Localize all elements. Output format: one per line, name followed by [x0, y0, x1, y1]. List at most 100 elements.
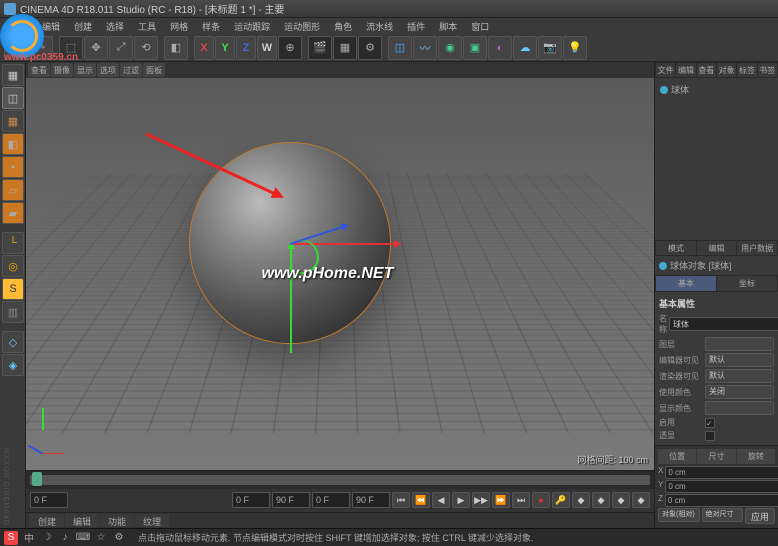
- timeline-track[interactable]: [26, 471, 654, 489]
- menu-motiontrack[interactable]: 运动跟踪: [228, 19, 276, 34]
- vp-panel-menu[interactable]: 面板: [143, 63, 165, 77]
- menu-tools[interactable]: 工具: [132, 19, 162, 34]
- polygon-mode-button[interactable]: ▰: [2, 202, 24, 224]
- generator-button[interactable]: ▣: [463, 36, 487, 60]
- vp-view-menu[interactable]: 查看: [28, 63, 50, 77]
- menu-file[interactable]: 文件: [4, 19, 34, 34]
- camera-button[interactable]: 📷: [538, 36, 562, 60]
- status-icon-1[interactable]: ☽: [40, 531, 54, 545]
- menu-mesh[interactable]: 网格: [164, 19, 194, 34]
- frame-end-field[interactable]: [272, 492, 310, 508]
- menu-mograph[interactable]: 运动图形: [278, 19, 326, 34]
- status-icon-2[interactable]: ♪: [58, 531, 72, 545]
- menu-spline[interactable]: 样条: [196, 19, 226, 34]
- tab-edit[interactable]: 编辑: [65, 514, 99, 527]
- disp-color-field[interactable]: [705, 401, 774, 415]
- om-tab-file[interactable]: 文件: [656, 63, 675, 77]
- ime-mode[interactable]: 中: [22, 531, 36, 545]
- ime-icon[interactable]: S: [4, 531, 18, 545]
- snap-button[interactable]: ◎: [2, 255, 24, 277]
- live-select-button[interactable]: ⬚: [59, 36, 83, 60]
- menu-window[interactable]: 窗口: [465, 19, 495, 34]
- environment-button[interactable]: ☁: [513, 36, 537, 60]
- use-color-select[interactable]: 关闭: [705, 385, 774, 399]
- light-button[interactable]: 💡: [563, 36, 587, 60]
- make-editable-button[interactable]: ▦: [2, 64, 24, 86]
- om-tab-edit[interactable]: 编辑: [676, 63, 695, 77]
- nurbs-button[interactable]: ◉: [438, 36, 462, 60]
- om-tab-view[interactable]: 查看: [697, 63, 716, 77]
- axis-x-button[interactable]: X: [194, 36, 214, 60]
- render-settings-button[interactable]: ⚙: [358, 36, 382, 60]
- pos-x-field[interactable]: [665, 466, 778, 479]
- coords-tab-size[interactable]: 尺寸: [697, 449, 735, 464]
- viewport-solo2-button[interactable]: ◈: [2, 354, 24, 376]
- coord-mode-select[interactable]: 对象(相对): [658, 508, 700, 522]
- layer-select[interactable]: [705, 337, 774, 351]
- axis-y-button[interactable]: Y: [215, 36, 235, 60]
- next-frame-button[interactable]: ▶▶: [472, 492, 490, 508]
- axis-mode-button[interactable]: └: [2, 232, 24, 254]
- key-param-button[interactable]: ◆: [632, 492, 650, 508]
- deformer-button[interactable]: ◐: [488, 36, 512, 60]
- key-pos-button[interactable]: ◆: [572, 492, 590, 508]
- menu-select[interactable]: 选择: [100, 19, 130, 34]
- workplane-snap-button[interactable]: S: [2, 278, 24, 300]
- texture-mode-button[interactable]: ▦: [2, 110, 24, 132]
- axis-w-button[interactable]: W: [257, 36, 277, 60]
- vp-display-menu[interactable]: 显示: [74, 63, 96, 77]
- coord-sys-button[interactable]: ⊕: [278, 36, 302, 60]
- om-tab-object[interactable]: 对象: [717, 63, 736, 77]
- menu-plugins[interactable]: 插件: [401, 19, 431, 34]
- locked-workplane-button[interactable]: ▥: [2, 301, 24, 323]
- primitive-button[interactable]: ◫: [388, 36, 412, 60]
- record-button[interactable]: ●: [532, 492, 550, 508]
- viewport-solo-button[interactable]: ◇: [2, 331, 24, 353]
- timeline-playhead[interactable]: [32, 472, 42, 486]
- menu-pipeline[interactable]: 流水线: [360, 19, 399, 34]
- attr-tab-mode[interactable]: 模式: [656, 241, 696, 255]
- attr-tab-coord[interactable]: 坐标: [717, 276, 777, 291]
- render-region-button[interactable]: ▦: [333, 36, 357, 60]
- status-icon-4[interactable]: ☆: [94, 531, 108, 545]
- tab-texture[interactable]: 纹理: [135, 514, 169, 527]
- attr-tab-userdata[interactable]: 用户数据: [737, 241, 777, 255]
- last-tool-button[interactable]: ◧: [164, 36, 188, 60]
- coords-tab-pos[interactable]: 位置: [658, 449, 696, 464]
- vp-camera-menu[interactable]: 摄像: [51, 63, 73, 77]
- om-tab-bookmark[interactable]: 书签: [758, 63, 777, 77]
- model-mode-button[interactable]: ◫: [2, 87, 24, 109]
- spline-button[interactable]: 〰: [413, 36, 437, 60]
- 3d-viewport[interactable]: www.pHome.NET 网格间距: 100 cm: [26, 78, 654, 470]
- goto-end-button[interactable]: ⏭: [512, 492, 530, 508]
- menu-create[interactable]: 创建: [68, 19, 98, 34]
- apply-button[interactable]: 应用: [745, 508, 775, 524]
- vp-options-menu[interactable]: 选项: [97, 63, 119, 77]
- scale-mode-select[interactable]: 绝对尺寸: [702, 508, 744, 522]
- attr-tab-edit[interactable]: 编辑: [697, 241, 737, 255]
- undo-button[interactable]: ↶: [4, 36, 28, 60]
- gizmo[interactable]: [290, 243, 292, 245]
- tab-create[interactable]: 创建: [30, 514, 64, 527]
- frame-preview-field[interactable]: [312, 492, 350, 508]
- goto-start-button[interactable]: ⏮: [392, 492, 410, 508]
- render-vis-select[interactable]: 默认: [705, 369, 774, 383]
- status-icon-3[interactable]: ⌨: [76, 531, 90, 545]
- object-list[interactable]: 球体: [655, 78, 778, 240]
- om-tab-tags[interactable]: 标签: [737, 63, 756, 77]
- key-scale-button[interactable]: ◆: [592, 492, 610, 508]
- pos-y-field[interactable]: [665, 480, 778, 493]
- enable-checkbox[interactable]: [705, 418, 715, 428]
- menu-character[interactable]: 角色: [328, 19, 358, 34]
- coords-tab-rot[interactable]: 旋转: [737, 449, 775, 464]
- key-rot-button[interactable]: ◆: [612, 492, 630, 508]
- xray-checkbox[interactable]: [705, 431, 715, 441]
- pos-z-field[interactable]: [665, 494, 778, 507]
- rotate-button[interactable]: ⟲: [134, 36, 158, 60]
- menu-script[interactable]: 脚本: [433, 19, 463, 34]
- edge-mode-button[interactable]: ▱: [2, 179, 24, 201]
- workplane-button[interactable]: ◧: [2, 133, 24, 155]
- scale-button[interactable]: ⤢: [109, 36, 133, 60]
- status-icon-5[interactable]: ⚙: [112, 531, 126, 545]
- attr-tab-basic[interactable]: 基本: [656, 276, 716, 291]
